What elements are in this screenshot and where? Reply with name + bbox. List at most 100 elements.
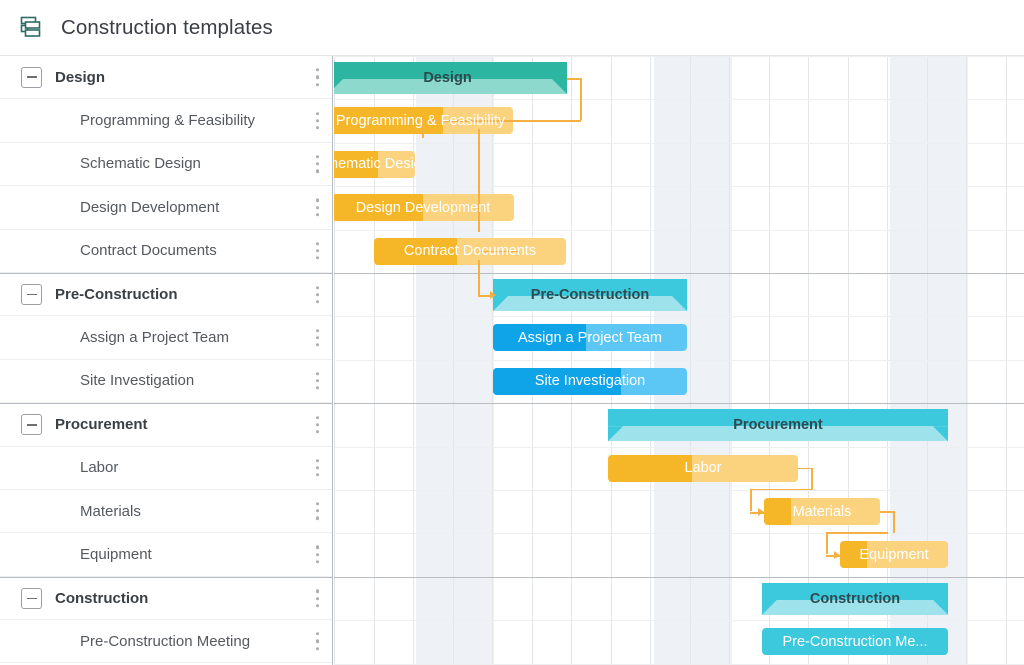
task-bar-labor[interactable]: Labor: [608, 454, 798, 482]
dot: [315, 205, 319, 209]
grid-hline: [334, 620, 1024, 621]
task-bar-label: Programming & Feasibility: [335, 112, 506, 129]
page-header: Construction templates: [0, 0, 1024, 56]
dot: [315, 198, 319, 202]
dependency-link-contract-preconstruction: [478, 259, 480, 295]
grid-hline: [334, 56, 1024, 57]
dot: [315, 300, 319, 304]
row-menu-icon[interactable]: [315, 545, 319, 564]
dot: [315, 293, 319, 297]
dot: [315, 416, 319, 420]
row-menu-icon[interactable]: [315, 241, 319, 260]
grid-hline: [334, 99, 1024, 100]
task-bar-equipment[interactable]: Equipment: [840, 541, 948, 569]
summary-bar-design[interactable]: Design: [334, 62, 567, 94]
task-row-design-development[interactable]: Design Development: [0, 186, 332, 230]
dot: [315, 646, 319, 651]
task-bar-materials[interactable]: Materials: [764, 498, 880, 525]
dependency-link-design-programming: [567, 78, 581, 80]
task-row-labor[interactable]: Labor: [0, 446, 332, 490]
dot: [315, 343, 319, 347]
collapse-toggle-design[interactable]: [21, 66, 42, 88]
dependency-link-materials-equipment: [826, 532, 828, 554]
task-row-pre-construction[interactable]: Pre-Construction: [0, 272, 332, 317]
collapse-toggle-construction[interactable]: [21, 587, 42, 609]
grid-hline: [334, 577, 1024, 578]
task-bar-pre-construction-me[interactable]: Pre-Construction Me...: [762, 628, 948, 656]
summary-bar-label: Construction: [809, 590, 901, 607]
task-bar-assign-a-project-team[interactable]: Assign a Project Team: [493, 324, 687, 352]
dot: [315, 589, 319, 593]
task-name-label: Assign a Project Team: [80, 329, 229, 347]
dependency-link-materials-equipment: [880, 511, 894, 513]
task-row-procurement[interactable]: Procurement: [0, 403, 332, 447]
row-menu-icon[interactable]: [315, 198, 319, 217]
row-menu-icon[interactable]: [315, 632, 319, 651]
dot: [315, 458, 319, 463]
grid-hline: [334, 490, 1024, 491]
task-bar-label: Labor: [684, 460, 722, 477]
dot: [315, 423, 319, 427]
task-row-equipment[interactable]: Equipment: [0, 533, 332, 577]
dependency-link-materials-equipment: [893, 511, 895, 533]
dot: [315, 466, 319, 470]
dot: [315, 75, 319, 79]
task-bar-schematic-design[interactable]: Schematic Design: [334, 150, 415, 178]
dot: [315, 379, 319, 383]
task-row-site-investigation[interactable]: Site Investigation: [0, 359, 332, 404]
dot: [315, 169, 319, 173]
row-menu-icon[interactable]: [315, 111, 319, 130]
row-menu-icon[interactable]: [315, 285, 319, 304]
summary-bar-pre-construction[interactable]: Pre-Construction: [493, 279, 687, 311]
dependency-link-labor-materials: [750, 488, 752, 511]
collapse-toggle-pre-construction[interactable]: [21, 284, 42, 306]
dot: [315, 249, 319, 253]
task-row-assign-a-project-team[interactable]: Assign a Project Team: [0, 316, 332, 360]
task-list-panel[interactable]: Design Programming & Feasibility Schematic…: [0, 56, 333, 665]
dot: [315, 386, 319, 390]
task-bar-contract-documents[interactable]: Contract Documents: [374, 237, 566, 265]
grid-hline: [334, 273, 1024, 274]
dot: [315, 516, 319, 520]
row-menu-icon[interactable]: [315, 328, 319, 347]
grid-hline: [334, 403, 1024, 404]
dot: [315, 155, 319, 159]
task-row-programming-feasibility[interactable]: Programming & Feasibility: [0, 99, 332, 143]
grid-hline: [334, 533, 1024, 534]
dot: [315, 596, 319, 600]
row-menu-icon[interactable]: [315, 458, 319, 477]
dot: [315, 560, 319, 564]
task-bar-site-investigation[interactable]: Site Investigation: [493, 367, 687, 395]
row-menu-icon[interactable]: [315, 155, 319, 173]
dot: [315, 162, 319, 166]
dependency-link-labor-materials: [798, 467, 812, 470]
row-menu-icon[interactable]: [315, 68, 319, 86]
task-row-construction[interactable]: Construction: [0, 576, 332, 621]
dot: [315, 639, 319, 643]
task-row-design[interactable]: Design: [0, 56, 332, 100]
row-menu-icon[interactable]: [315, 416, 319, 434]
grid-hline: [334, 447, 1024, 448]
task-row-contract-documents[interactable]: Contract Documents: [0, 229, 332, 273]
task-bar-label: Pre-Construction Me...: [782, 633, 928, 650]
dependency-link-labor-materials: [750, 488, 812, 491]
task-name-label: Pre-Construction Meeting: [80, 632, 251, 650]
task-row-materials[interactable]: Materials: [0, 489, 332, 534]
summary-bar-procurement[interactable]: Procurement: [608, 409, 948, 442]
summary-bar-construction[interactable]: Construction: [762, 582, 948, 615]
task-bar-design-development[interactable]: Design Development: [334, 194, 514, 222]
task-row-pre-construction-meeting[interactable]: Pre-Construction Meeting: [0, 620, 332, 664]
summary-bar-label: Procurement: [733, 417, 823, 434]
collapse-toggle-procurement[interactable]: [21, 414, 42, 436]
row-menu-icon[interactable]: [315, 372, 319, 390]
row-menu-icon[interactable]: [315, 502, 319, 520]
gantt-app: Construction templates Design Programming…: [0, 0, 1024, 665]
task-row-schematic-design[interactable]: Schematic Design: [0, 142, 332, 187]
gantt-chart-panel[interactable]: Design Programming & Feasibility Schematic…: [334, 56, 1024, 665]
minus-icon: [26, 293, 37, 296]
dot: [315, 552, 319, 557]
task-name-label: Contract Documents: [80, 242, 217, 260]
gantt-body: Design Programming & Feasibility Schematic…: [0, 56, 1024, 665]
task-bar-label: Design Development: [355, 199, 491, 216]
row-menu-icon[interactable]: [315, 589, 319, 608]
